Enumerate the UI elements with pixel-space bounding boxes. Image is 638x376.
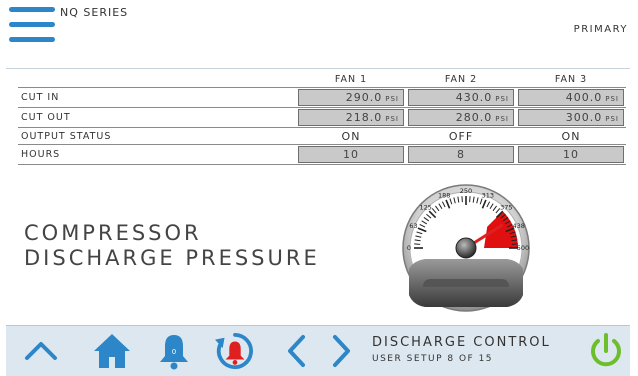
mode-label: PRIMARY (574, 24, 628, 35)
cut-in-fan2-field[interactable]: 430.0PSI (408, 89, 514, 106)
row-label: OUTPUT STATUS (18, 128, 296, 145)
gauge-scale-label: 375 (500, 204, 512, 212)
hamburger-menu-icon[interactable] (9, 7, 55, 43)
gauge-base-slot (423, 279, 509, 287)
gauge-scale-label: 63 (409, 222, 417, 230)
table-row-hours: HOURS 10 8 10 (18, 145, 626, 165)
gauge-scale-label: 250 (460, 187, 472, 195)
gauge-scale-label: 313 (482, 191, 494, 199)
gauge-hub (456, 238, 476, 258)
column-header-fan2: FAN 2 (406, 71, 516, 88)
output-status-fan2: OFF (406, 130, 516, 143)
top-bar: NQ SERIES PRIMARY (6, 0, 630, 69)
chevron-left-icon[interactable] (284, 332, 310, 370)
column-header-fan1: FAN 1 (296, 71, 406, 88)
row-label: CUT OUT (18, 108, 296, 128)
power-icon[interactable] (588, 332, 624, 370)
alarm-history-icon[interactable] (214, 332, 256, 370)
table-row-cut-in: CUT IN 290.0PSI 430.0PSI 400.0PSI (18, 88, 626, 108)
output-status-fan3: ON (516, 130, 626, 143)
series-label: NQ SERIES (60, 6, 128, 19)
gauge-scale-label: 500 (517, 244, 529, 252)
table-row-output-status: OUTPUT STATUS ON OFF ON (18, 128, 626, 145)
chevron-right-icon[interactable] (328, 332, 354, 370)
cut-in-fan1-field[interactable]: 290.0PSI (298, 89, 404, 106)
bell-badge-count: 0 (172, 348, 176, 356)
cut-in-fan3-field[interactable]: 400.0PSI (518, 89, 624, 106)
cut-out-fan3-field[interactable]: 300.0PSI (518, 109, 624, 126)
hours-fan3-field[interactable]: 10 (518, 146, 624, 163)
fan-settings-table: FAN 1 FAN 2 FAN 3 CUT IN 290.0PSI 430.0P… (18, 71, 626, 165)
table-row-cut-out: CUT OUT 218.0PSI 280.0PSI 300.0PSI (18, 108, 626, 128)
bell-icon[interactable]: 0 (156, 332, 192, 370)
pressure-gauge: 0 63 125 188 250 313 375 438 500 (401, 183, 531, 317)
chevron-up-icon[interactable] (22, 332, 60, 370)
panel-title: COMPRESSOR DISCHARGE PRESSURE (24, 221, 320, 271)
screen-title: DISCHARGE CONTROL (372, 335, 551, 350)
hours-fan2-field[interactable]: 8 (408, 146, 514, 163)
pressure-panel: COMPRESSOR DISCHARGE PRESSURE 0 63 125 188 2… (18, 179, 626, 325)
cut-out-fan2-field[interactable]: 280.0PSI (408, 109, 514, 126)
row-label: CUT IN (18, 88, 296, 108)
gauge-scale-label: 125 (419, 204, 431, 212)
output-status-fan1: ON (296, 130, 406, 143)
cut-out-fan1-field[interactable]: 218.0PSI (298, 109, 404, 126)
column-header-fan3: FAN 3 (516, 71, 626, 88)
home-icon[interactable] (92, 332, 132, 370)
gauge-scale-label: 0 (407, 244, 411, 252)
table-header-row: FAN 1 FAN 2 FAN 3 (18, 71, 626, 88)
screen-subtitle: USER SETUP 8 OF 15 (372, 354, 493, 364)
gauge-scale-label: 188 (438, 191, 450, 199)
hours-fan1-field[interactable]: 10 (298, 146, 404, 163)
bottom-nav-bar: 0 DISCHARGE CONTROL USER SETUP 8 OF 15 (6, 325, 630, 376)
row-label: HOURS (18, 145, 296, 165)
gauge-scale-label: 438 (512, 222, 524, 230)
